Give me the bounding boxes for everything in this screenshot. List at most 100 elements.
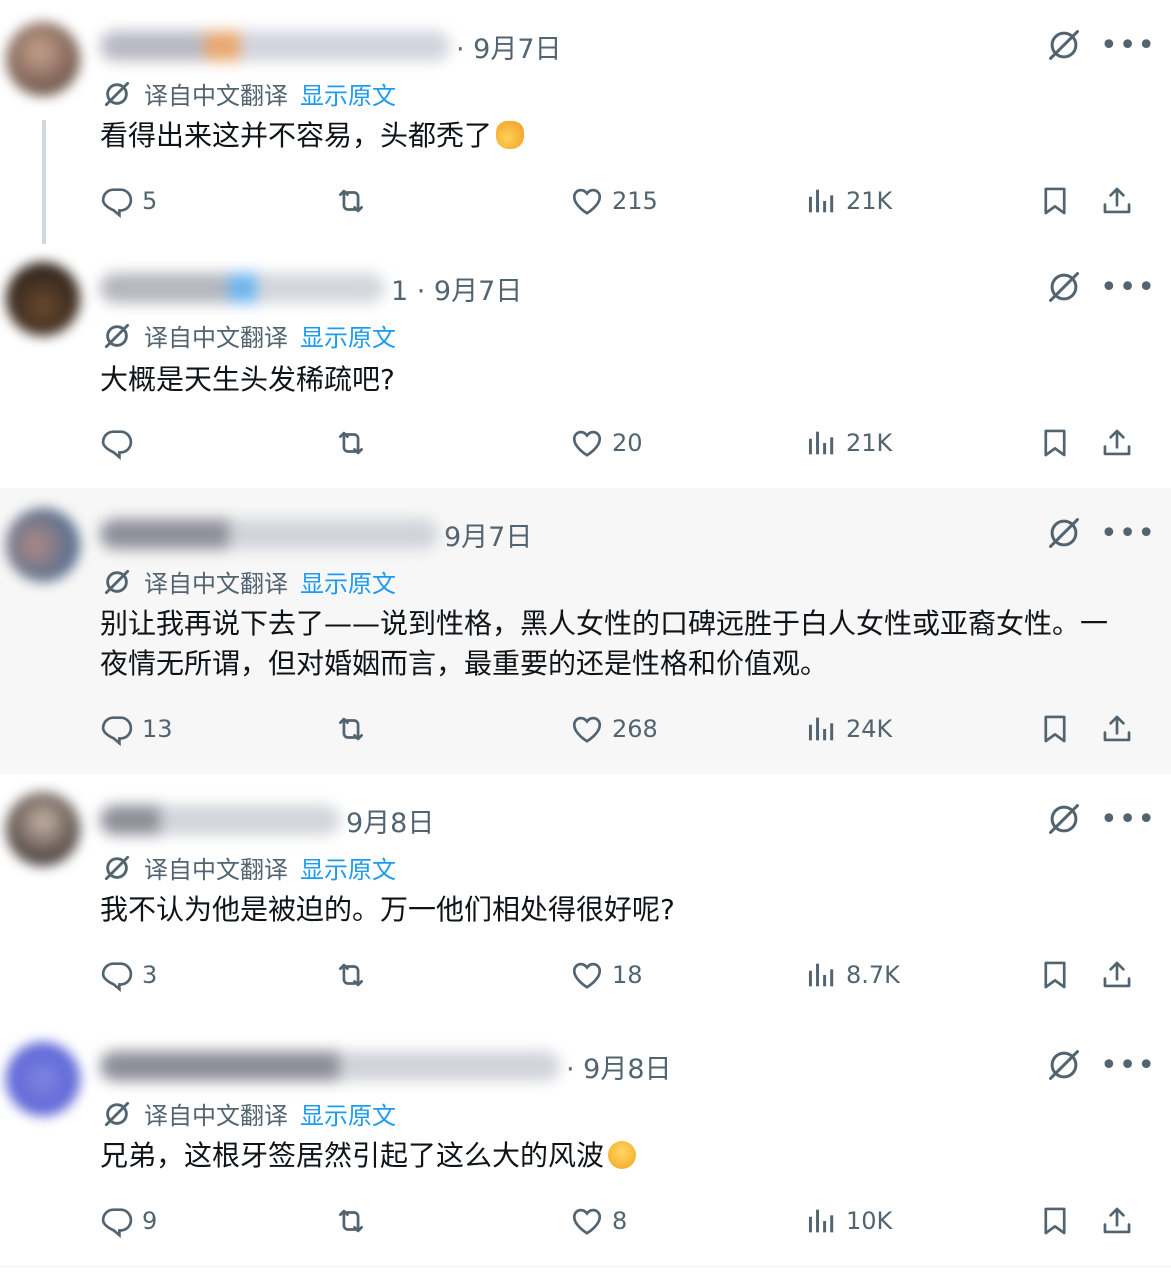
share-button[interactable] <box>1100 712 1134 746</box>
views-icon <box>804 958 838 992</box>
display-name-blurred[interactable] <box>100 31 450 61</box>
reply-icon <box>100 426 134 460</box>
post-date[interactable]: 1 · 9月7日 <box>391 269 522 308</box>
display-name-blurred[interactable] <box>100 519 438 549</box>
retweet-button[interactable] <box>334 712 368 746</box>
views-button[interactable]: 21K <box>804 426 892 460</box>
reply-button[interactable]: 3 <box>100 958 157 992</box>
more-options-icon[interactable]: ••• <box>1100 273 1156 303</box>
share-icon <box>1100 426 1134 460</box>
display-name-blurred[interactable] <box>100 273 385 303</box>
post-date[interactable]: · 9月8日 <box>566 1047 672 1086</box>
like-button[interactable]: 8 <box>570 1204 627 1238</box>
reply-post[interactable]: · 9月7日 ••• 译自中文翻译 显示原文 看得出来这并不容易，头都秃了 5 … <box>0 0 1171 245</box>
reply-count: 5 <box>142 187 158 215</box>
show-original-link[interactable]: 显示原文 <box>300 850 396 885</box>
like-button[interactable]: 18 <box>570 958 643 992</box>
reply-post[interactable]: 9月8日 ••• 译自中文翻译 显示原文 我不认为他是被迫的。万一他们相处得很好… <box>0 774 1171 1021</box>
bookmark-button[interactable] <box>1038 712 1072 746</box>
reply-post[interactable]: 1 · 9月7日 ••• 译自中文翻译 显示原文 大概是天生头发稀疏吧? 20 … <box>0 244 1171 489</box>
translated-label: 译自中文翻译 <box>144 1102 288 1130</box>
views-button[interactable]: 21K <box>804 184 892 218</box>
reply-post[interactable]: 9月7日 ••• 译自中文翻译 显示原文 别让我再说下去了——说到性格，黑人女性… <box>0 488 1171 775</box>
share-icon <box>1100 712 1134 746</box>
reply-post[interactable]: · 9月8日 ••• 译自中文翻译 显示原文 兄弟，这根牙签居然引起了这么大的风… <box>0 1020 1171 1267</box>
translate-icon <box>102 567 132 597</box>
views-button[interactable]: 8.7K <box>804 958 900 992</box>
translation-bar: 译自中文翻译 显示原文 <box>102 850 396 885</box>
bookmark-icon <box>1038 958 1072 992</box>
show-original-link[interactable]: 显示原文 <box>300 1096 396 1131</box>
show-original-link[interactable]: 显示原文 <box>300 564 396 599</box>
avatar[interactable] <box>6 262 80 336</box>
more-options-icon[interactable]: ••• <box>1100 519 1156 549</box>
grok-icon[interactable] <box>1045 268 1083 306</box>
views-button[interactable]: 24K <box>804 712 892 746</box>
post-text: 兄弟，这根牙签居然引起了这么大的风波 <box>100 1136 1110 1176</box>
share-button[interactable] <box>1100 958 1134 992</box>
display-name-blurred[interactable] <box>100 1051 560 1081</box>
translation-bar: 译自中文翻译 显示原文 <box>102 318 396 353</box>
post-text: 别让我再说下去了——说到性格，黑人女性的口碑远胜于白人女性或亚裔女性。一夜情无所… <box>100 607 1109 680</box>
thumbs-up-emoji <box>496 121 525 149</box>
retweet-button[interactable] <box>334 1204 368 1238</box>
retweet-button[interactable] <box>334 426 368 460</box>
post-date[interactable]: · 9月7日 <box>456 27 562 66</box>
reply-button[interactable]: 9 <box>100 1204 157 1238</box>
bookmark-button[interactable] <box>1038 184 1072 218</box>
post-header: 1 · 9月7日 <box>100 268 522 308</box>
thread-line <box>42 120 46 244</box>
post-date[interactable]: 9月7日 <box>444 515 532 554</box>
bookmark-icon <box>1038 426 1072 460</box>
reply-button[interactable] <box>100 426 142 460</box>
bookmark-icon <box>1038 184 1072 218</box>
show-original-link[interactable]: 显示原文 <box>300 318 396 353</box>
like-count: 8 <box>612 1207 628 1235</box>
share-icon <box>1100 958 1134 992</box>
like-button[interactable]: 268 <box>570 712 658 746</box>
avatar[interactable] <box>6 792 80 866</box>
reply-button[interactable]: 13 <box>100 712 173 746</box>
more-options-icon[interactable]: ••• <box>1100 805 1156 835</box>
share-icon <box>1100 1204 1134 1238</box>
grok-icon[interactable] <box>1045 1046 1083 1084</box>
reply-count: 9 <box>142 1207 158 1235</box>
avatar[interactable] <box>6 1042 80 1116</box>
view-count: 21K <box>846 187 893 215</box>
post-date[interactable]: 9月8日 <box>346 801 434 840</box>
avatar[interactable] <box>6 508 80 582</box>
bookmark-button[interactable] <box>1038 426 1072 460</box>
post-header: 9月7日 <box>100 514 532 554</box>
more-options-icon[interactable]: ••• <box>1100 1051 1156 1081</box>
post-text: 我不认为他是被迫的。万一他们相处得很好呢? <box>100 893 675 926</box>
retweet-button[interactable] <box>334 958 368 992</box>
bookmark-button[interactable] <box>1038 1204 1072 1238</box>
reply-icon <box>100 184 134 218</box>
grok-icon[interactable] <box>1045 800 1083 838</box>
translation-bar: 译自中文翻译 显示原文 <box>102 76 396 111</box>
retweet-icon <box>334 184 368 218</box>
more-options-icon[interactable]: ••• <box>1100 31 1156 61</box>
reply-count: 13 <box>142 715 173 743</box>
display-name-blurred[interactable] <box>100 805 340 835</box>
post-header: 9月8日 <box>100 800 434 840</box>
like-button[interactable]: 20 <box>570 426 643 460</box>
retweet-icon <box>334 1204 368 1238</box>
avatar[interactable] <box>6 22 80 96</box>
share-button[interactable] <box>1100 426 1134 460</box>
grok-icon[interactable] <box>1045 514 1083 552</box>
share-button[interactable] <box>1100 1204 1134 1238</box>
like-button[interactable]: 215 <box>570 184 658 218</box>
retweet-button[interactable] <box>334 184 368 218</box>
bookmark-button[interactable] <box>1038 958 1072 992</box>
show-original-link[interactable]: 显示原文 <box>300 76 396 111</box>
views-icon <box>804 712 838 746</box>
reply-icon <box>100 1204 134 1238</box>
views-icon <box>804 1204 838 1238</box>
share-button[interactable] <box>1100 184 1134 218</box>
reply-icon <box>100 712 134 746</box>
translation-bar: 译自中文翻译 显示原文 <box>102 1096 396 1131</box>
views-button[interactable]: 10K <box>804 1204 892 1238</box>
reply-button[interactable]: 5 <box>100 184 157 218</box>
grok-icon[interactable] <box>1045 26 1083 64</box>
